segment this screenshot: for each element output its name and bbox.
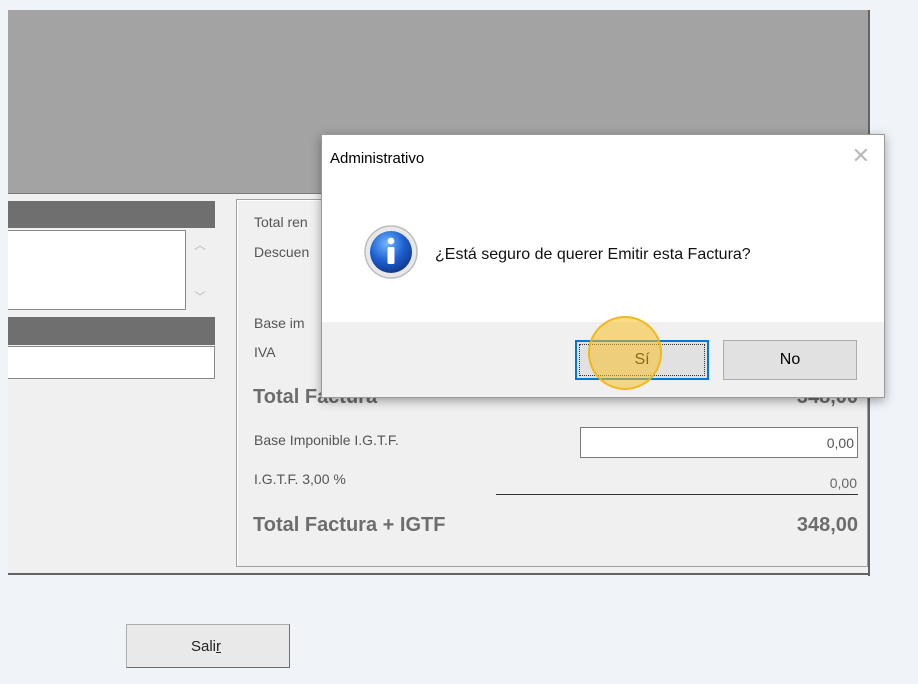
base-igtf-input[interactable]: 0,00: [580, 427, 858, 458]
window-border: [8, 573, 870, 575]
info-icon: [364, 225, 418, 279]
text-field[interactable]: [8, 346, 215, 379]
base-igtf-value: 0,00: [826, 435, 854, 451]
igtf-label: I.G.T.F. 3,00 %: [254, 471, 346, 487]
salir-label-mnemonic: r: [216, 638, 222, 655]
salir-label: Salir: [191, 638, 221, 655]
click-highlight: [588, 316, 662, 390]
iva-label: IVA: [254, 344, 276, 360]
descuento-label: Descuen: [254, 244, 310, 260]
memo-scrollbar[interactable]: ︿ ﹀: [186, 230, 214, 310]
salir-button[interactable]: Salir: [126, 624, 290, 668]
base-imponible-label: Base im: [254, 315, 305, 331]
no-button[interactable]: No: [723, 340, 857, 380]
total-renglones-label: Total ren: [254, 214, 308, 230]
total-igtf-label: Total Factura + IGTF: [253, 514, 446, 536]
igtf-value: 0,00: [829, 475, 857, 491]
section-header-bar: [8, 201, 215, 228]
total-igtf-value: 348,00: [796, 514, 858, 536]
scroll-up-icon[interactable]: ︿: [194, 236, 206, 253]
dialog-title: Administrativo: [330, 150, 425, 167]
salir-label-text: Sali: [191, 638, 217, 655]
dialog-message: ¿Está seguro de querer Emitir esta Factu…: [435, 246, 751, 263]
base-igtf-label: Base Imponible I.G.T.F.: [254, 432, 399, 448]
total-divider: [496, 494, 858, 495]
observations-textarea[interactable]: [8, 230, 186, 310]
scroll-down-icon[interactable]: ﹀: [194, 288, 206, 305]
section-header-bar: [8, 317, 215, 345]
close-icon[interactable]: ✕: [852, 145, 870, 167]
